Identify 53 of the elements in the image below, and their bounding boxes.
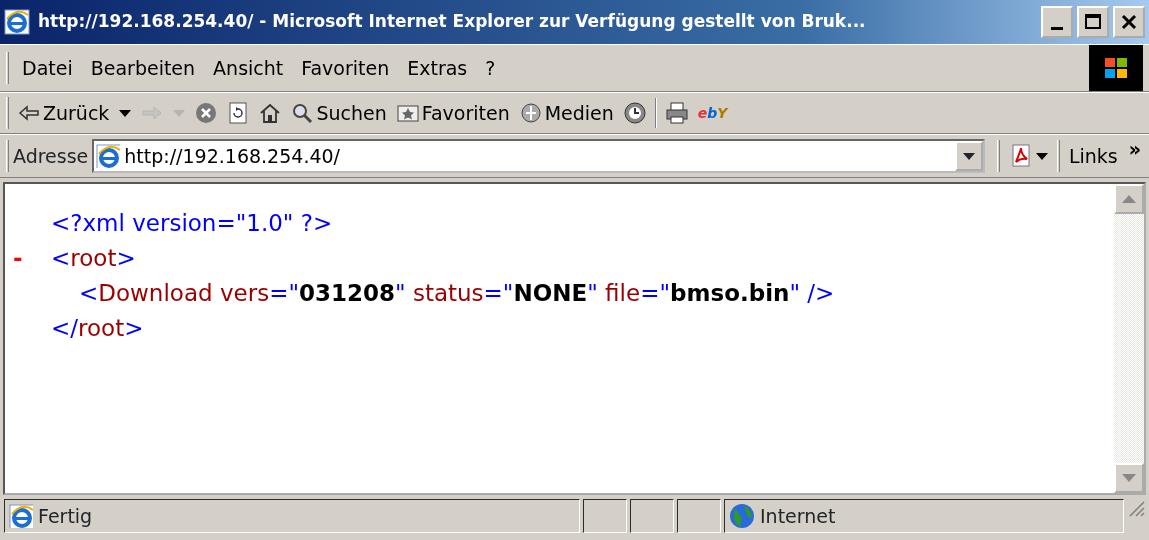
vertical-scrollbar[interactable] xyxy=(1114,184,1144,493)
window-title: http://192.168.254.40/ - Microsoft Internet Explorer zur Verfügung gestellt von Bruk... xyxy=(38,10,867,34)
back-arrow-icon xyxy=(18,103,40,123)
menu-item[interactable]: Favoriten xyxy=(292,51,399,85)
xml-declaration: <?xml version="1.0" ?> xyxy=(51,209,333,238)
search-button[interactable]: Suchen xyxy=(286,96,392,130)
browser-icon xyxy=(4,9,30,35)
caret-icon xyxy=(119,109,132,117)
scroll-up-arrow-icon xyxy=(1122,195,1136,203)
menu-item[interactable]: Datei xyxy=(13,51,82,85)
links-button[interactable]: Links xyxy=(1063,139,1123,173)
address-label: Adresse xyxy=(13,143,89,169)
close-icon xyxy=(1119,12,1139,32)
xml-line: <Download vers="031208" status="NONE" file="bmso.bin" /> xyxy=(79,279,835,308)
menu-item[interactable]: ? xyxy=(476,51,505,85)
status-pane xyxy=(630,499,674,533)
chevron-button[interactable]: » xyxy=(1126,135,1143,164)
minimize-icon xyxy=(1051,26,1063,30)
resize-grip-icon xyxy=(1127,499,1145,517)
scroll-down-arrow-icon xyxy=(1122,474,1136,482)
menu-item[interactable]: Ansicht xyxy=(204,51,293,85)
address-combobox[interactable]: http://192.168.254.40/ xyxy=(92,139,985,173)
media-button[interactable]: Medien xyxy=(514,96,619,130)
media-icon xyxy=(519,102,542,124)
favorites-button[interactable]: Favoriten xyxy=(391,96,515,130)
history-icon xyxy=(623,102,646,124)
logo-button[interactable]: ebY xyxy=(692,100,733,126)
menu-item[interactable]: Extras xyxy=(398,51,477,85)
close-button[interactable] xyxy=(1113,6,1145,38)
printer-icon xyxy=(665,102,688,124)
zone-text: Internet xyxy=(760,503,836,529)
collapse-toggle[interactable]: - xyxy=(13,241,51,276)
magnifier-icon xyxy=(291,102,314,124)
home-icon xyxy=(259,102,282,124)
minimize-button[interactable] xyxy=(1041,6,1073,38)
windows-flag-icon xyxy=(1103,56,1129,80)
refresh-icon xyxy=(227,102,250,124)
back-button[interactable]: Zurück xyxy=(13,96,115,130)
stop-icon xyxy=(195,102,218,124)
status-pane xyxy=(677,499,721,533)
xml-line: <root> xyxy=(51,244,136,273)
status-text: Fertig xyxy=(38,503,93,529)
xml-line: </root> xyxy=(51,314,144,343)
globe-icon xyxy=(729,503,755,529)
status-pane xyxy=(583,499,627,533)
menu-item[interactable]: Bearbeiten xyxy=(81,51,205,85)
page-icon xyxy=(9,504,33,528)
maximize-icon xyxy=(1083,12,1103,32)
caret-icon xyxy=(1035,152,1048,160)
dropdown-arrow-icon xyxy=(962,152,975,160)
page-icon xyxy=(96,144,121,168)
caret-icon xyxy=(173,109,186,117)
maximize-button[interactable] xyxy=(1077,6,1109,38)
